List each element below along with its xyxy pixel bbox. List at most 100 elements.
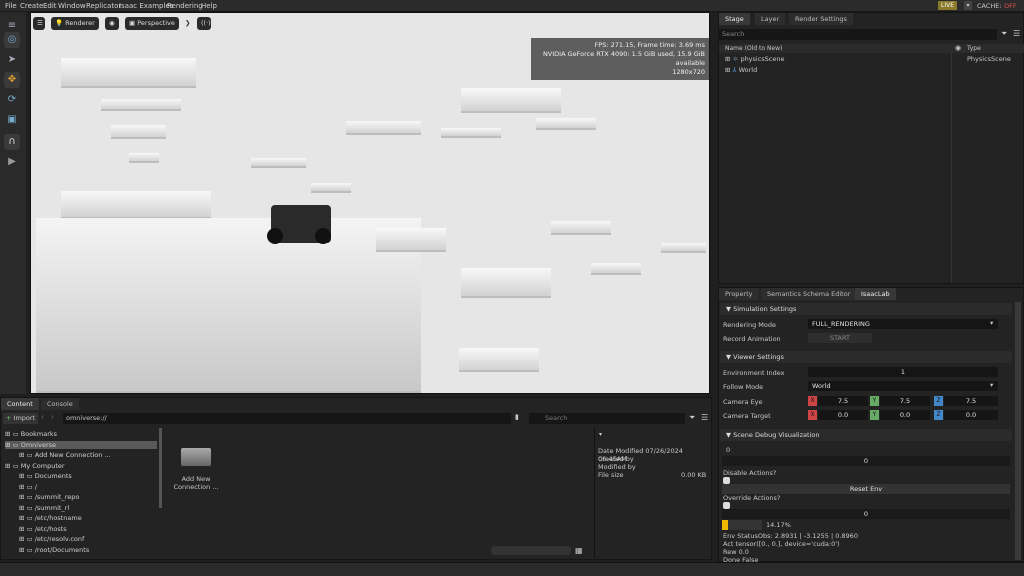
stage-item-type: PhysicsScene [967, 55, 1011, 63]
scene-block [459, 348, 539, 372]
hamburger-icon[interactable]: ☰ [33, 17, 45, 30]
reset-env-button[interactable]: Reset Env [722, 484, 1010, 494]
resolution-line: 1280x720 [672, 68, 705, 76]
tab-render-settings[interactable]: Render Settings [789, 13, 853, 25]
grid-view-icon[interactable]: ▦ [575, 546, 583, 555]
add-connection-tile-label[interactable]: Add New Connection ... [171, 475, 221, 491]
camera-eye-y[interactable]: 7.5 [880, 396, 930, 406]
menu-create[interactable]: Create [20, 2, 43, 10]
back-icon[interactable]: ‹ [41, 413, 44, 421]
camera-target-x[interactable]: 0.0 [818, 410, 868, 420]
tab-console[interactable]: Console [41, 398, 79, 410]
add-connection-tile-icon[interactable] [181, 448, 211, 466]
forward-icon[interactable]: › [51, 413, 54, 421]
tab-content[interactable]: Content [1, 398, 39, 410]
chevron-down-icon[interactable]: ▾ [990, 381, 993, 389]
path-input[interactable]: omniverse:// [63, 413, 511, 424]
tree-item-label: Omniverse [20, 440, 57, 449]
content-search-input[interactable]: Search [529, 413, 685, 424]
stage-item[interactable]: ⊞ ⚛ physicsScene [725, 55, 785, 63]
follow-mode-label: Follow Mode [723, 383, 764, 391]
tree-item[interactable]: ⊞ ▭ /etc/resolv.conf [19, 535, 84, 543]
rendering-mode-select[interactable]: FULL_RENDERING [808, 319, 998, 329]
tree-item[interactable]: ⊞ ▭ / [19, 483, 37, 491]
bookmark-icon[interactable]: ▮ [515, 413, 519, 421]
value-c: 0 [722, 509, 1010, 519]
scale-icon[interactable]: ▣ [4, 112, 20, 128]
menu-replicator[interactable]: Replicator [86, 2, 121, 10]
follow-mode-select[interactable]: World [808, 381, 998, 391]
viewport[interactable]: ☰ 💡 Renderer ◉ ▣ Perspective ❯ ((·)) FPS… [30, 12, 710, 394]
camera-button[interactable]: ▣ Perspective [125, 17, 179, 30]
rendering-mode-label: Rendering Mode [723, 321, 776, 329]
camera-target-y[interactable]: 0.0 [880, 410, 930, 420]
camera-target-z[interactable]: 0.0 [944, 410, 998, 420]
menu-window[interactable]: Window [58, 2, 86, 10]
start-button[interactable]: START [808, 333, 872, 343]
import-label: Import [13, 414, 36, 422]
menu-help[interactable]: Help [201, 2, 217, 10]
rotate-icon[interactable]: ⟳ [4, 92, 20, 108]
menu-icon[interactable]: ☰ [701, 413, 708, 422]
renderer-button[interactable]: 💡 Renderer [51, 17, 99, 30]
live-badge[interactable]: LIVE [938, 1, 958, 10]
select-mode-icon[interactable]: ◎ [4, 32, 20, 48]
filter-icon[interactable]: ⏷ [1001, 29, 1007, 39]
tab-stage[interactable]: Stage [719, 13, 750, 25]
pointer-icon[interactable]: ➤ [4, 52, 20, 68]
menu-file[interactable]: File [5, 2, 17, 10]
section-title: Viewer Settings [733, 353, 784, 361]
chevron-down-icon[interactable]: ▾ [990, 319, 993, 327]
camera-eye-z[interactable]: 7.5 [944, 396, 998, 406]
viewer-settings-header[interactable]: ▼ Viewer Settings [720, 351, 1012, 363]
chevron-right-icon[interactable]: ❯ [181, 17, 194, 30]
play-icon[interactable]: ▶ [4, 154, 20, 170]
camera-eye-x[interactable]: 7.5 [818, 396, 868, 406]
tab-semantics[interactable]: Semantics Schema Editor [761, 288, 857, 300]
tab-isaaclab[interactable]: IsaacLab [855, 288, 896, 300]
menu-rendering[interactable]: Rendering [167, 2, 203, 10]
sim-settings-header[interactable]: ▼ Simulation Settings [720, 303, 1012, 315]
tab-property[interactable]: Property [719, 288, 759, 300]
cache-state[interactable]: OFF [1004, 2, 1017, 10]
menu-icon[interactable]: ☰ [1013, 29, 1020, 38]
override-actions-checkbox[interactable] [723, 502, 730, 509]
import-button[interactable]: + Import [3, 413, 39, 424]
tab-layer[interactable]: Layer [755, 13, 786, 25]
menu-isaac-examples[interactable]: Isaac Examples [119, 2, 173, 10]
tree-item[interactable]: ⊞ ▭ /summit_rl [19, 504, 69, 512]
debug-viz-header[interactable]: ▼ Scene Debug Visualization [720, 429, 1012, 441]
tree-item-label: /etc/resolv.conf [34, 535, 85, 543]
menu-edit[interactable]: Edit [43, 2, 57, 10]
move-icon[interactable]: ✥ [4, 72, 20, 88]
z-axis-label: Z [934, 396, 943, 406]
tree-item[interactable]: ⊞ ▭ /root/Documents [19, 546, 89, 554]
stage-item[interactable]: ⊞ ⅄ World [725, 66, 757, 74]
tree-item[interactable]: ⊞ ▭ Bookmarks [5, 430, 57, 438]
tree-item[interactable]: ⊞ ▭ /etc/hosts [19, 525, 67, 533]
filter-icon[interactable]: ⏷ [689, 413, 695, 423]
override-actions-label: Override Actions? [723, 494, 781, 502]
broadcast-icon[interactable]: ((·)) [197, 17, 213, 30]
eye-icon[interactable]: ◉ [105, 17, 119, 30]
stage-search-input[interactable]: Search [719, 29, 997, 40]
tree-scrollbar[interactable] [159, 428, 162, 508]
tree-item[interactable]: ⊞ ▭ /etc/hostname [19, 514, 82, 522]
scene-block [461, 268, 551, 298]
scene-block [661, 243, 706, 253]
tree-item[interactable]: ⊞ ▭ Documents [19, 472, 72, 480]
chevron-down-icon[interactable]: ▾ [964, 1, 972, 10]
status-line: Act tensor([0., 0.], device='cuda:0') [723, 540, 840, 548]
tree-item-label: /summit_rl [34, 503, 70, 512]
perspective-label: Perspective [137, 19, 175, 27]
info-collapse-icon[interactable]: ▾ [599, 431, 602, 438]
tree-item[interactable]: ⊞ ▭ /summit_repo [19, 493, 79, 501]
env-index-field[interactable]: 1 [808, 367, 998, 377]
tree-item[interactable]: ⊞ ▭ My Computer [5, 462, 65, 470]
scrollbar[interactable] [1015, 302, 1021, 560]
snap-icon[interactable]: ∩ [4, 134, 20, 150]
disable-actions-checkbox[interactable] [723, 477, 730, 484]
tree-item[interactable]: ⊞ ▭ Omniverse [5, 440, 157, 449]
zoom-slider[interactable] [491, 546, 571, 555]
tree-item[interactable]: ⊞ ▭ Add New Connection ... [19, 451, 111, 459]
